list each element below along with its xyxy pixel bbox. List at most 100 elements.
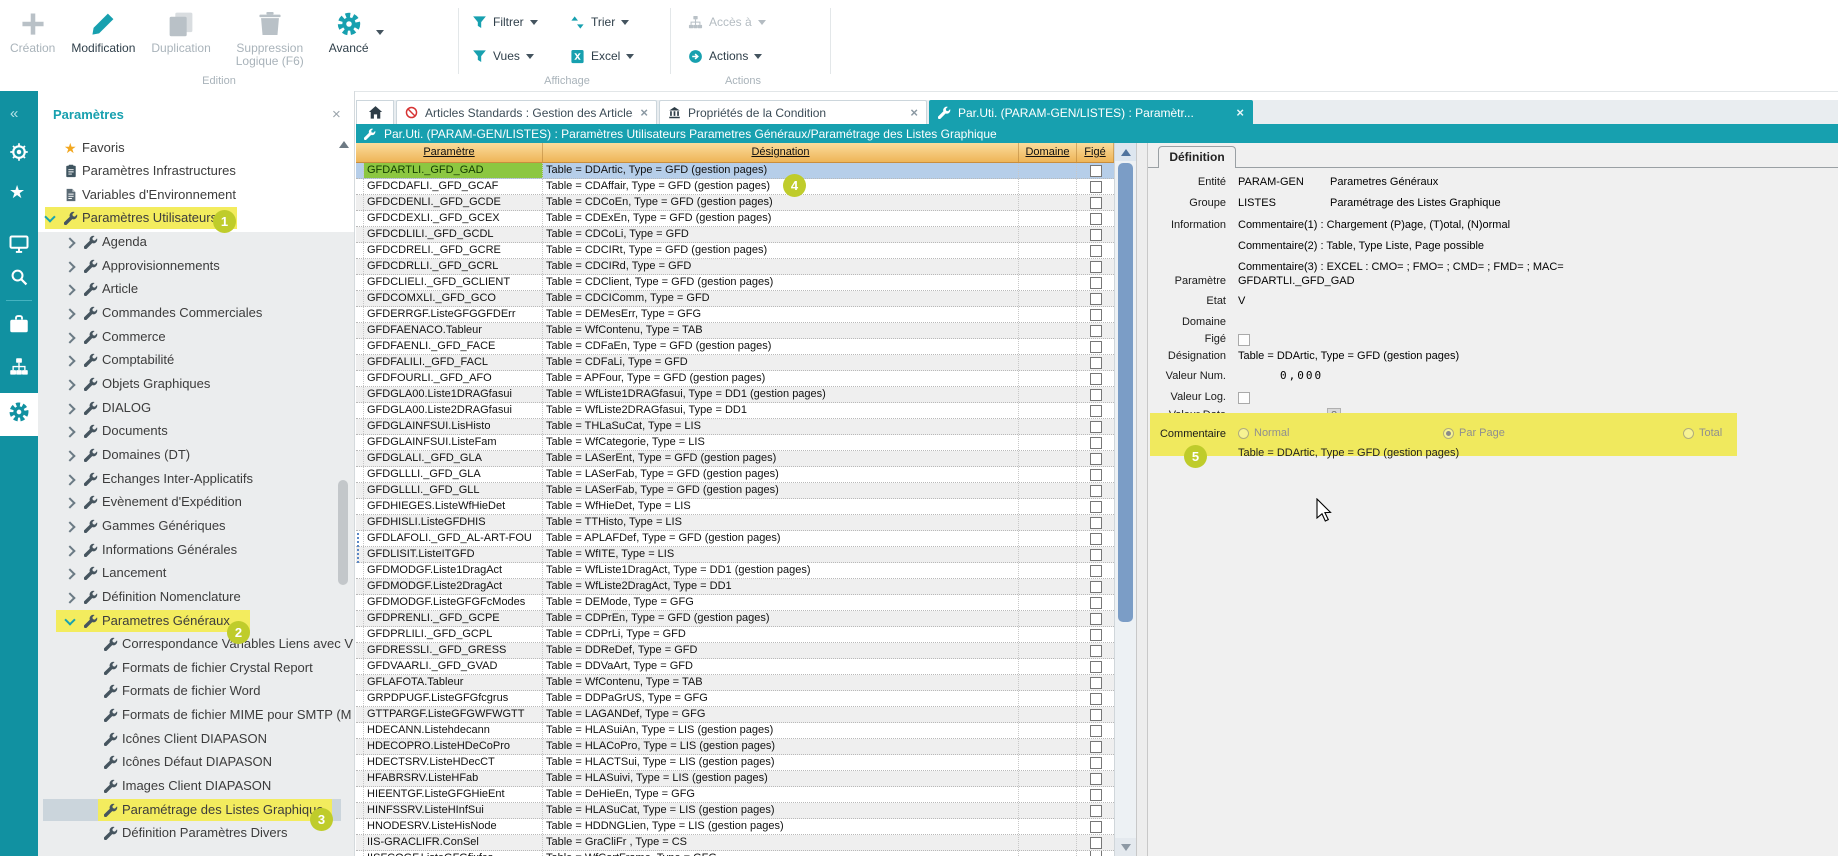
table-row[interactable]: GFDHIEGES.ListeWfHieDetTable = WfHieDet,… [356,499,1114,515]
fige-checkbox[interactable] [1090,485,1102,497]
tab-close-icon[interactable]: × [1236,105,1244,120]
fige-checkbox[interactable] [1090,581,1102,593]
chevron-right-icon[interactable] [64,474,75,485]
monitor-icon[interactable] [9,234,29,254]
fige-checkbox[interactable] [1090,373,1102,385]
sidebar-item-images-client-diapason[interactable]: Images Client DIAPASON [38,775,354,797]
sidebar-item-formats-de-fichier-word[interactable]: Formats de fichier Word [38,680,354,702]
sidebar-item-parametres-g-n-raux[interactable]: Parametres Généraux [38,610,354,632]
fige-checkbox[interactable] [1090,837,1102,849]
column-header-param-tre[interactable]: Paramètre [356,143,543,162]
table-row[interactable]: HFABRSRV.ListeHFabTable = HLASuivi, Type… [356,771,1114,787]
sidebar-scrollbar[interactable] [337,141,351,856]
ribbon-button-acc-s-[interactable]: Accès à [688,8,798,36]
table-row[interactable]: GFDHISLI.ListeGFDHISTable = TTHisto, Typ… [356,515,1114,531]
sidebar-item-documents[interactable]: Documents [38,420,354,442]
ribbon-button-trier[interactable]: Trier [570,8,662,36]
table-row[interactable]: GFDFAENLI._GFD_FACETable = CDFaEn, Type … [356,339,1114,355]
fige-checkbox[interactable] [1090,277,1102,289]
table-row[interactable]: HDECOPRO.ListeHDeCoProTable = HLACoPro, … [356,739,1114,755]
fige-checkbox[interactable] [1090,677,1102,689]
table-row[interactable]: GFDPRENLI._GFD_GCPETable = CDPrEn, Type … [356,611,1114,627]
sidebar-item-agenda[interactable]: Agenda [38,231,354,253]
fige-checkbox[interactable] [1090,725,1102,737]
fige-checkbox[interactable] [1090,181,1102,193]
briefcase-icon[interactable] [9,314,29,334]
radio-total[interactable] [1683,428,1694,439]
table-row[interactable]: HNODESRV.ListeHisNodeTable = HDDNGLien, … [356,819,1114,835]
fige-checkbox[interactable] [1090,261,1102,273]
table-row[interactable]: GFDVAARLI._GFD_GVADTable = DDVaArt, Type… [356,659,1114,675]
fige-checkbox[interactable] [1090,405,1102,417]
sidebar-scrollbar-thumb[interactable] [338,480,348,585]
fige-checkbox[interactable] [1090,741,1102,753]
table-row[interactable]: GFDCDRLLI._GFD_GCRLTable = CDCIRd, Type … [356,259,1114,275]
fige-checkbox[interactable] [1090,213,1102,225]
fige-checkbox[interactable] [1090,597,1102,609]
field-checkbox[interactable] [1238,392,1250,404]
table-row[interactable]: GFDFALILI._GFD_FACLTable = CDFaLi, Type … [356,355,1114,371]
chevron-right-icon[interactable] [64,521,75,532]
fige-checkbox[interactable] [1090,821,1102,833]
chevron-right-icon[interactable] [64,308,75,319]
fige-checkbox[interactable] [1090,389,1102,401]
table-row[interactable]: GFDGLLLI._GFD_GLATable = LASerFab, Type … [356,467,1114,483]
fige-checkbox[interactable] [1090,421,1102,433]
home-tab[interactable] [356,100,394,124]
sidebar-item-param-trage-des-listes-graphique[interactable]: Paramétrage des Listes Graphique [38,799,354,821]
fige-checkbox[interactable] [1090,549,1102,561]
fige-checkbox[interactable] [1090,805,1102,817]
fige-checkbox[interactable] [1090,437,1102,449]
table-row[interactable]: HIEENTGF.ListeGFGHieEntTable = DeHieEn, … [356,787,1114,803]
sidebar-item-echanges-inter-applicatifs[interactable]: Echanges Inter-Applicatifs [38,468,354,490]
table-row[interactable]: GFDGLAINFSUI.LisHistoTable = THLaSuCat, … [356,419,1114,435]
scroll-down-button[interactable] [1115,838,1136,856]
ribbon-button-cr-ation[interactable]: Création [4,4,61,70]
table-row[interactable]: GFDMODGF.Liste1DragActTable = WfListe1Dr… [356,563,1114,579]
chevron-right-icon[interactable] [64,426,75,437]
fige-checkbox[interactable] [1090,661,1102,673]
fige-checkbox[interactable] [1090,165,1102,177]
table-row[interactable]: GFDCOMXLI._GFD_GCOTable = CDCIComm, Type… [356,291,1114,307]
tab-close-icon[interactable]: × [910,105,918,120]
ribbon-button-excel[interactable]: Excel [570,42,662,70]
table-row[interactable]: IIS-GRACLIFR.ConSelTable = GraCliFr , Ty… [356,835,1114,851]
field-checkbox[interactable] [1238,334,1250,346]
search-icon[interactable] [10,268,28,286]
sidebar-item-gammes-g-n-riques[interactable]: Gammes Génériques [38,515,354,537]
radio-par-page[interactable] [1443,428,1454,439]
table-row[interactable]: GFDCDLILI._GFD_GCDLTable = CDCoLi, Type … [356,227,1114,243]
chevron-right-icon[interactable] [64,403,75,414]
dropdown-caret-icon[interactable] [754,54,762,59]
table-row[interactable]: GFDCDENLI._GFD_GCDETable = CDCoEn, Type … [356,195,1114,211]
table-row[interactable]: GFDCDRELI._GFD_GCRETable = CDCIRt, Type … [356,243,1114,259]
ribbon-button-suppression-logique-f6-[interactable]: Suppression Logique (F6) [221,4,319,70]
sidebar-item-d-finition-nomenclature[interactable]: Définition Nomenclature [38,586,354,608]
sidebar-item-ev-nement-d-exp-dition[interactable]: Evènement d'Expédition [38,491,354,513]
fige-checkbox[interactable] [1090,629,1102,641]
sidebar-item-d-finition-param-tres-divers[interactable]: Définition Paramètres Divers [38,822,354,844]
radio-normal[interactable] [1238,428,1249,439]
dropdown-caret-icon[interactable] [621,20,629,25]
table-row[interactable]: HDECANN.ListehdecannTable = HLASuiAn, Ty… [356,723,1114,739]
dropdown-caret-icon[interactable] [376,30,384,35]
table-row[interactable]: GFDFOURLI._GFD_AFOTable = APFour, Type =… [356,371,1114,387]
table-row[interactable]: GTTPARGF.ListeGFGWFWGTTTable = LAGANDef,… [356,707,1114,723]
fige-checkbox[interactable] [1090,773,1102,785]
sidebar-item-objets-graphiques[interactable]: Objets Graphiques [38,373,354,395]
chevron-right-icon[interactable] [64,545,75,556]
table-row[interactable]: GFDGLLLI._GFD_GLLTable = LASerFab, Type … [356,483,1114,499]
chevron-right-icon[interactable] [64,284,75,295]
chevron-right-icon[interactable] [64,355,75,366]
table-row[interactable]: HINFSSRV.ListeHInfSuiTable = HLASuCat, T… [356,803,1114,819]
tab-close-icon[interactable]: × [640,105,648,120]
table-row[interactable]: GFLAFOTA.TableurTable = WfContenu, Type … [356,675,1114,691]
table-row[interactable]: GFDLISIT.ListeITGFDTable = WfITE, Type =… [356,547,1114,563]
ribbon-button-actions[interactable]: Actions [688,42,798,70]
table-row[interactable]: IISFCOGF.ListeGFGfixfcoTable = WfCartFra… [356,851,1114,856]
fige-checkbox[interactable] [1090,293,1102,305]
table-row[interactable]: GFDGLA00.Liste2DRAGfasuiTable = WfListe2… [356,403,1114,419]
sidebar-item-ic-nes-client-diapason[interactable]: Icônes Client DIAPASON [38,728,354,750]
table-row[interactable]: GFDGLA00.Liste1DRAGfasuiTable = WfListe1… [356,387,1114,403]
fige-checkbox[interactable] [1090,789,1102,801]
